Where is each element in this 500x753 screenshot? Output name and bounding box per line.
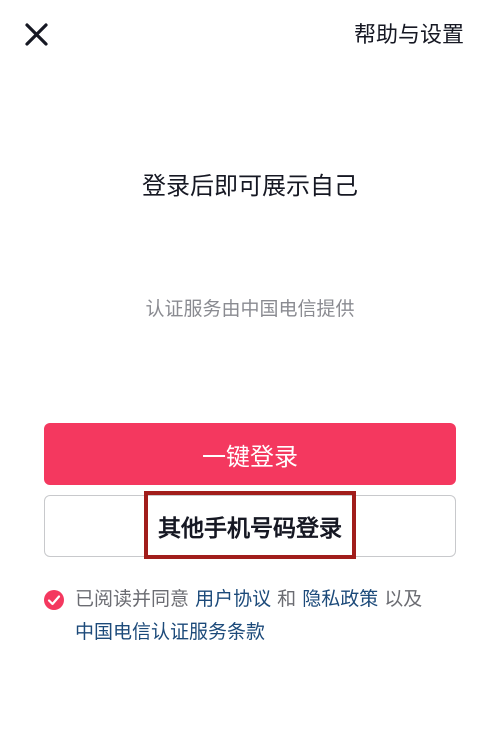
privacy-policy-link[interactable]: 隐私政策 — [302, 588, 378, 610]
agreement-line-2: 中国电信认证服务条款 — [75, 616, 265, 648]
agreement-line-1: 已阅读并同意 用户协议 和 隐私政策 以及 — [75, 583, 422, 615]
check-icon — [47, 595, 61, 606]
user-agreement-link[interactable]: 用户协议 — [195, 588, 271, 610]
agreement-checkbox[interactable] — [44, 590, 64, 610]
one-click-login-button[interactable]: 一键登录 — [44, 423, 456, 485]
close-icon — [25, 23, 48, 46]
agreement-and: 和 — [277, 588, 297, 610]
agreement-prefix: 已阅读并同意 — [75, 588, 190, 610]
agreement-and-also: 以及 — [384, 588, 423, 610]
help-settings-link[interactable]: 帮助与设置 — [354, 20, 464, 52]
auth-provider-text: 认证服务由中国电信提供 — [145, 298, 355, 320]
close-button[interactable] — [22, 20, 54, 52]
one-click-login-label: 一键登录 — [202, 442, 298, 471]
other-phone-login-button[interactable] — [44, 495, 456, 557]
page-title: 登录后即可展示自己 — [142, 172, 358, 200]
telecom-terms-link[interactable]: 中国电信认证服务条款 — [75, 621, 265, 643]
